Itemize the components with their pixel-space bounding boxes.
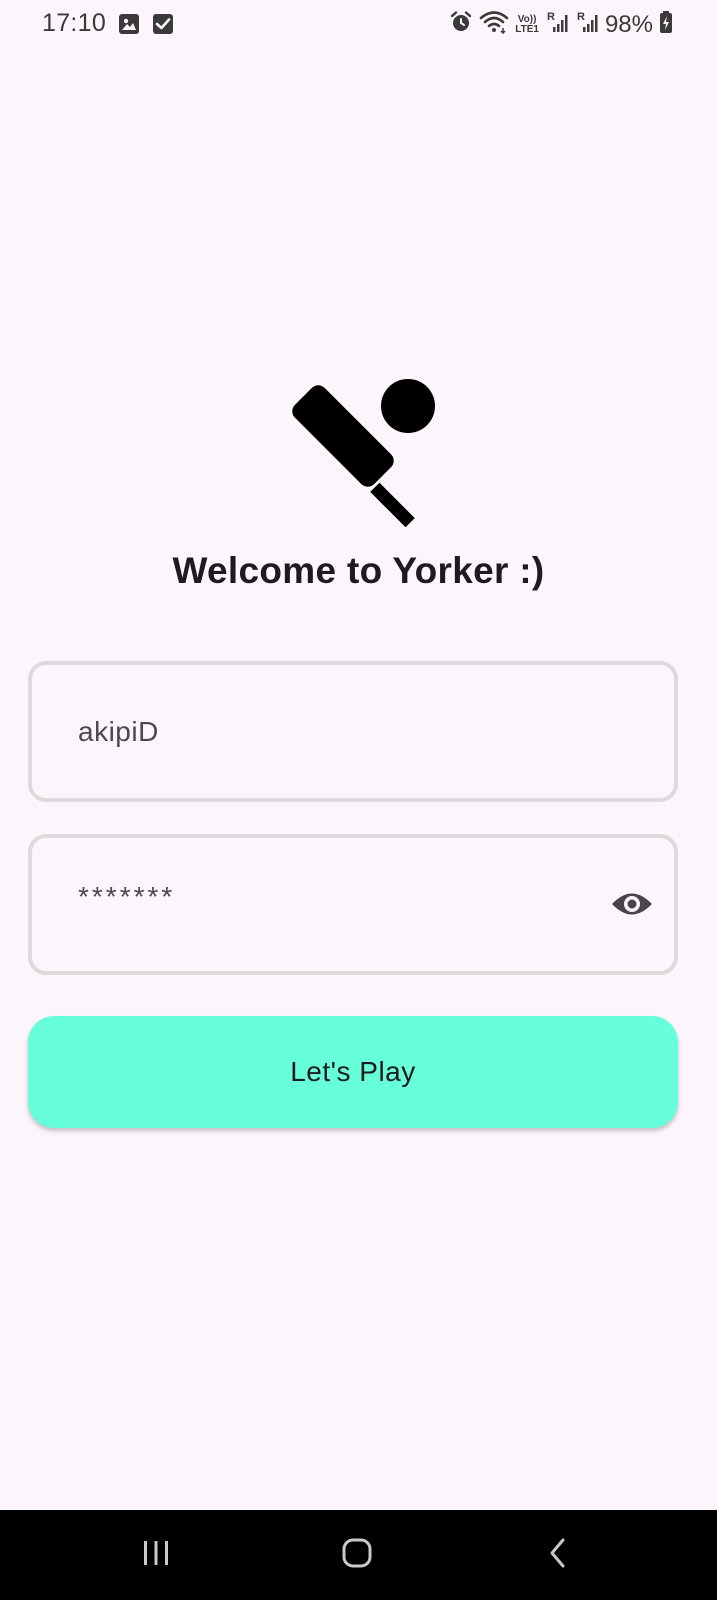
status-system-icons: Vo)) LTE1 R R 98% (449, 10, 673, 39)
password-visibility-toggle[interactable] (610, 884, 654, 928)
status-bar: 17:10 Vo)) LTE1 R R 98% (0, 0, 717, 48)
signal-r-icon: R (545, 10, 569, 39)
signal-r-label: R (577, 11, 585, 23)
lets-play-button[interactable]: Let's Play (28, 1016, 678, 1128)
home-button[interactable] (327, 1530, 387, 1580)
recents-button[interactable] (126, 1530, 186, 1580)
username-field[interactable] (28, 661, 678, 802)
username-input[interactable] (78, 665, 598, 798)
signal-r-label: R (547, 11, 555, 23)
welcome-title: Welcome to Yorker :) (172, 550, 545, 591)
back-button[interactable] (528, 1530, 588, 1580)
recents-icon (140, 1538, 172, 1573)
eye-icon (611, 889, 653, 924)
battery-percent: 98% (604, 10, 653, 38)
status-time: 17:10 (42, 9, 107, 37)
cricket-bat-ball-icon (270, 372, 440, 532)
back-icon (546, 1537, 570, 1574)
navigation-bar (0, 1510, 717, 1600)
wifi-icon (479, 10, 509, 39)
check-box-icon (152, 13, 174, 40)
battery-charging-icon (659, 10, 673, 39)
password-field[interactable] (28, 830, 678, 975)
signal-r-icon: R (575, 10, 599, 39)
password-input[interactable] (78, 830, 598, 963)
alarm-icon (449, 10, 473, 39)
volte-line2: LTE1 (515, 23, 539, 35)
status-notification-icons (118, 13, 174, 40)
home-icon (341, 1537, 373, 1574)
volte-icon: Vo)) LTE1 (515, 14, 539, 35)
image-icon (118, 13, 140, 40)
